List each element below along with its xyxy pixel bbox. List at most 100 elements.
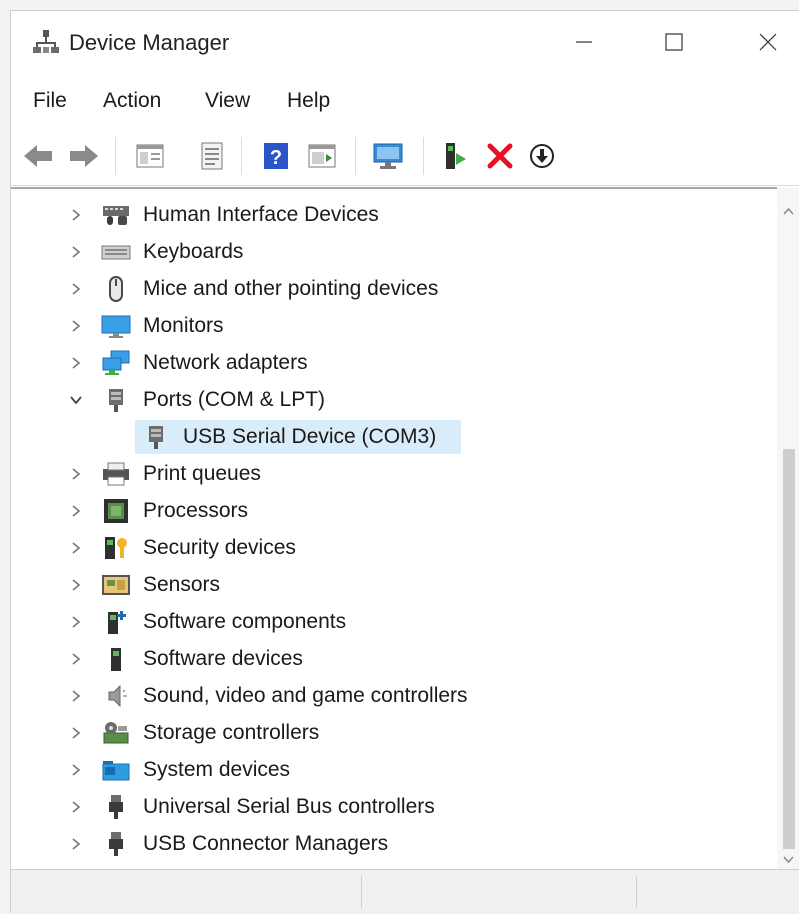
tree-item-label: Software components <box>143 610 347 633</box>
port-icon <box>109 389 123 412</box>
chevron-right-icon[interactable] <box>68 242 84 262</box>
network-adapter-icon <box>102 350 130 375</box>
tree-item-label: Ports (COM & LPT) <box>143 388 326 411</box>
tree-item-label: Storage controllers <box>143 721 320 744</box>
device-tree: Human Interface Devices Keyboards Mice a… <box>11 187 777 871</box>
toolbar: ? <box>11 125 799 186</box>
tree-item-security-devices[interactable]: Security devices <box>11 530 751 566</box>
menu-view[interactable]: View <box>205 89 250 113</box>
tree-item-usb-connector-managers[interactable]: USB Connector Managers <box>11 826 751 862</box>
tree-item-label: Sound, video and game controllers <box>143 684 468 707</box>
storage-controller-icon <box>103 722 129 744</box>
svg-text:?: ? <box>270 147 282 169</box>
software-device-icon <box>111 648 121 671</box>
scrollbar-thumb[interactable] <box>783 449 795 849</box>
menu-help[interactable]: Help <box>287 89 330 113</box>
hid-icon <box>103 206 129 225</box>
tree-item-label: Network adapters <box>143 351 308 374</box>
back-arrow-icon[interactable] <box>21 139 55 173</box>
toolbar-separator <box>241 137 242 175</box>
tree-item-label: Keyboards <box>143 240 244 263</box>
tree-item-software-devices[interactable]: Software devices <box>11 641 751 677</box>
properties-icon[interactable] <box>195 139 229 173</box>
processor-icon <box>104 499 128 523</box>
tree-item-network-adapters[interactable]: Network adapters <box>11 345 751 381</box>
chevron-right-icon[interactable] <box>68 723 84 743</box>
system-device-icon <box>102 761 130 781</box>
tree-item-processors[interactable]: Processors <box>11 493 751 529</box>
tree-item-label: Software devices <box>143 647 303 670</box>
tree-item-label: Processors <box>143 499 249 522</box>
chevron-right-icon[interactable] <box>68 612 84 632</box>
chevron-right-icon[interactable] <box>68 464 84 484</box>
tree-item-monitors[interactable]: Monitors <box>11 308 751 344</box>
tree-item-storage-controllers[interactable]: Storage controllers <box>11 715 751 751</box>
chevron-right-icon[interactable] <box>68 686 84 706</box>
vertical-scrollbar[interactable] <box>777 187 799 869</box>
tree-item-label: Universal Serial Bus controllers <box>143 795 435 818</box>
security-device-icon <box>105 537 127 559</box>
software-component-icon <box>108 611 126 634</box>
tree-item-label: Monitors <box>143 314 224 337</box>
chevron-right-icon[interactable] <box>68 760 84 780</box>
close-button[interactable] <box>745 19 791 65</box>
tree-item-label: Human Interface Devices <box>143 203 379 226</box>
toolbar-separator <box>115 137 116 175</box>
chevron-right-icon[interactable] <box>68 575 84 595</box>
tree-item-label: System devices <box>143 758 291 781</box>
chevron-right-icon[interactable] <box>68 279 84 299</box>
chevron-right-icon[interactable] <box>68 538 84 558</box>
tree-item-system-devices[interactable]: System devices <box>11 752 751 788</box>
status-divider <box>636 876 637 908</box>
tree-item-usb-controllers[interactable]: Universal Serial Bus controllers <box>11 789 751 825</box>
chevron-down-icon[interactable] <box>68 390 84 410</box>
toolbar-separator <box>355 137 356 175</box>
tree-item-print-queues[interactable]: Print queues <box>11 456 751 492</box>
chevron-right-icon[interactable] <box>68 649 84 669</box>
minimize-button[interactable] <box>561 19 607 65</box>
window-title: Device Manager <box>69 30 230 55</box>
status-divider <box>361 876 362 908</box>
tree-item-ports[interactable]: Ports (COM & LPT) <box>11 382 751 418</box>
uninstall-device-icon[interactable] <box>483 139 517 173</box>
tree-item-mice[interactable]: Mice and other pointing devices <box>11 271 751 307</box>
chevron-right-icon[interactable] <box>68 797 84 817</box>
sensor-icon <box>102 575 130 595</box>
scroll-up-arrow-icon[interactable] <box>780 203 797 220</box>
chevron-right-icon[interactable] <box>68 353 84 373</box>
title-bar: Device Manager <box>11 11 799 73</box>
tree-item-sound-video-game[interactable]: Sound, video and game controllers <box>11 678 751 714</box>
help-icon[interactable]: ? <box>259 139 293 173</box>
toolbar-separator <box>423 137 424 175</box>
tree-item-human-interface-devices[interactable]: Human Interface Devices <box>11 197 751 233</box>
chevron-right-icon[interactable] <box>68 205 84 225</box>
tree-item-keyboards[interactable]: Keyboards <box>11 234 751 270</box>
tree-item-label: Security devices <box>143 536 296 559</box>
maximize-button[interactable] <box>651 19 697 65</box>
monitor-icon <box>101 315 131 338</box>
chevron-right-icon[interactable] <box>68 316 84 336</box>
console-tree-icon[interactable] <box>133 139 167 173</box>
chevron-right-icon[interactable] <box>68 501 84 521</box>
status-bar <box>11 869 799 914</box>
tree-item-sensors[interactable]: Sensors <box>11 567 751 603</box>
usb-connector-icon <box>109 832 123 856</box>
device-manager-window: Device Manager File Action View Help ? H… <box>10 10 799 914</box>
disable-device-icon[interactable] <box>525 139 559 173</box>
menu-bar: File Action View Help <box>11 81 799 121</box>
scan-hardware-icon[interactable] <box>371 139 405 173</box>
menu-file[interactable]: File <box>33 89 67 113</box>
tree-item-usb-serial-device[interactable]: USB Serial Device (COM3) <box>11 419 751 455</box>
tree-item-label: Sensors <box>143 573 221 596</box>
menu-action[interactable]: Action <box>103 89 161 113</box>
tree-item-software-components[interactable]: Software components <box>11 604 751 640</box>
action-pane-icon[interactable] <box>305 139 339 173</box>
sound-icon <box>108 684 127 708</box>
keyboard-icon <box>101 245 131 260</box>
scroll-down-arrow-icon[interactable] <box>780 851 797 868</box>
usb-controller-icon <box>109 795 123 819</box>
forward-arrow-icon[interactable] <box>67 139 101 173</box>
update-driver-icon[interactable] <box>439 139 473 173</box>
chevron-right-icon[interactable] <box>68 834 84 854</box>
device-manager-icon <box>33 30 59 53</box>
